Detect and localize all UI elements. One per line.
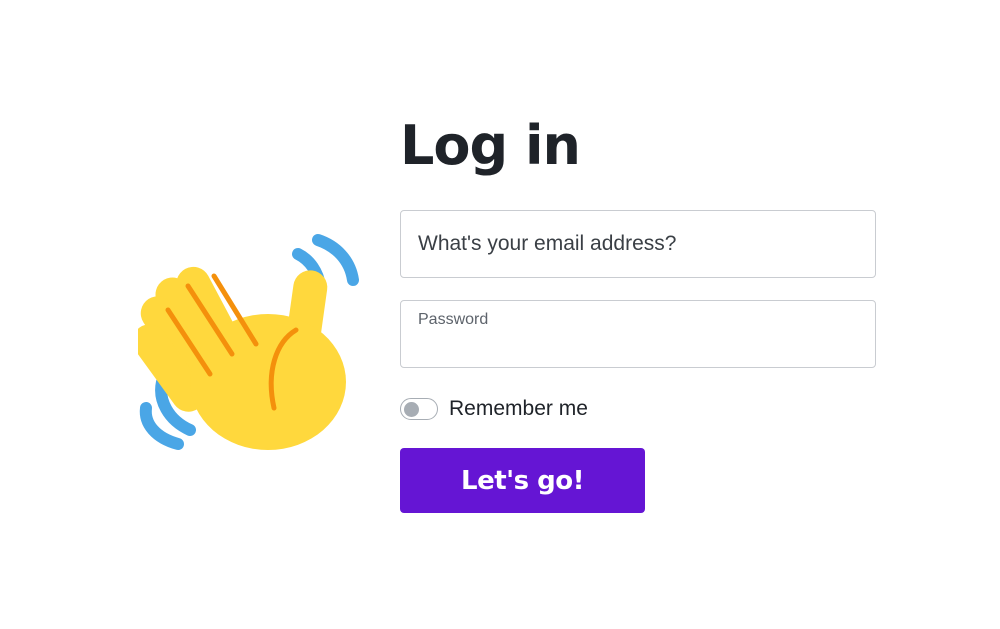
toggle-knob: [404, 401, 419, 417]
remember-me-toggle[interactable]: [400, 398, 438, 420]
password-input[interactable]: [418, 333, 863, 359]
waving-hand-icon: [132, 232, 364, 454]
submit-button[interactable]: Let's go!: [400, 448, 645, 513]
remember-me-row: Remember me: [400, 396, 876, 422]
password-field-container: Password: [400, 300, 876, 368]
email-field-container: [400, 210, 876, 278]
login-page: Log in Password Remember me Let's go!: [0, 0, 1000, 629]
remember-me-label[interactable]: Remember me: [449, 397, 588, 421]
login-form: Log in Password Remember me Let's go!: [400, 108, 876, 513]
password-label: Password: [418, 311, 489, 328]
email-input[interactable]: [418, 211, 875, 277]
page-title: Log in: [400, 114, 581, 177]
